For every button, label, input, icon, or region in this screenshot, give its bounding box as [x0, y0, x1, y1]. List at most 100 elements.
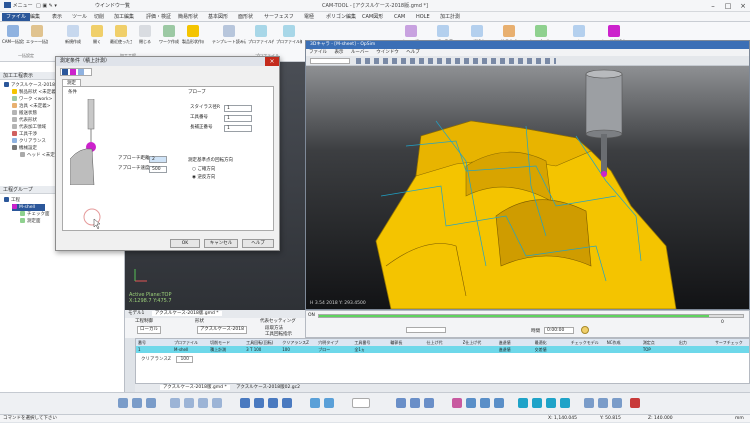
table-header-cell[interactable]: 出力: [679, 339, 713, 346]
tab-measure[interactable]: 測定: [62, 79, 81, 86]
table-header-cell[interactable]: クリアランスZ: [282, 339, 316, 346]
sim-menu-file[interactable]: ファイル: [309, 50, 327, 55]
table-header-cell[interactable]: 工具番号: [354, 339, 388, 346]
ribbon-work-button[interactable]: ワーク作成: [158, 25, 180, 51]
table-header-cell[interactable]: NC作成: [607, 339, 641, 346]
sim-icon[interactable]: [532, 398, 542, 408]
stylus-radius-input[interactable]: 1: [224, 105, 252, 112]
table-header-cell[interactable]: 進退値: [499, 339, 533, 346]
line-icon[interactable]: [282, 398, 292, 408]
menu-surface[interactable]: 面形状: [238, 13, 253, 21]
shade-icon[interactable]: [396, 398, 406, 408]
box-icon[interactable]: [184, 398, 194, 408]
sim-3d-canvas[interactable]: H 3.54 2018 Y: 293.4500: [306, 66, 749, 310]
close-window-button[interactable]: ×: [736, 0, 750, 12]
tree2-item-mshell[interactable]: M-shell: [12, 204, 45, 211]
menu-hole[interactable]: HOLE: [416, 13, 430, 21]
view-icon[interactable]: [118, 398, 128, 408]
ribbon-close-button[interactable]: 閉じる: [134, 25, 156, 51]
box-icon[interactable]: [198, 398, 208, 408]
table-cell[interactable]: 積上計測: [210, 346, 244, 353]
menu-cutting[interactable]: 切削: [94, 13, 104, 21]
menu-evaluate[interactable]: 評価・検証: [146, 13, 171, 21]
tree-item-root[interactable]: アクスルケース-2018版: [4, 82, 60, 89]
ribbon-open-button[interactable]: 開く: [86, 25, 108, 51]
table-cell[interactable]: 交差値: [535, 346, 569, 353]
table-row[interactable]: 1 M-shell 積上計測 3 T 100 100 ブロー 全1ヵ 進退値 交差値 TOP: [136, 346, 749, 353]
shade-icon[interactable]: [410, 398, 420, 408]
sim-menu-view[interactable]: 表示: [334, 50, 343, 55]
ribbon-recent-button[interactable]: 最近使った工程: [110, 25, 132, 51]
misc-icon[interactable]: [584, 398, 594, 408]
misc-icon[interactable]: [598, 398, 608, 408]
tool-number-input[interactable]: 1: [224, 115, 252, 122]
minimize-button[interactable]: –: [706, 0, 720, 12]
sim-icon[interactable]: [518, 398, 528, 408]
ribbon-error-settings-button[interactable]: エラー一括設定: [26, 25, 48, 51]
line-icon[interactable]: [240, 398, 250, 408]
menu-cam-shape[interactable]: CAM図形: [362, 13, 383, 21]
approach-distance-input[interactable]: 2: [149, 156, 167, 163]
sim-icon[interactable]: [546, 398, 556, 408]
menu-cam[interactable]: CAM: [394, 13, 405, 21]
sim-menu-window[interactable]: ウインドウ: [376, 50, 399, 55]
table-header-cell[interactable]: 切削モード: [210, 339, 244, 346]
table-cell[interactable]: 全1ヵ: [354, 346, 388, 353]
tree2-item-check-face[interactable]: チェック面: [20, 211, 50, 218]
table-header-cell[interactable]: 工具回転(回転): [246, 339, 280, 346]
box-icon[interactable]: [212, 398, 222, 408]
tree-item-rep-shape[interactable]: 代表形状: [12, 117, 37, 124]
table-header-cell[interactable]: 穴明タイプ: [318, 339, 352, 346]
ribbon-new-button[interactable]: 新規作成: [62, 25, 84, 51]
tree-item-transport[interactable]: 搬送状態: [12, 110, 37, 117]
table-header-cell[interactable]: Z仕上げ代: [463, 339, 497, 346]
table-cell[interactable]: M-shell: [174, 346, 208, 353]
approach-speed-input[interactable]: 500: [149, 166, 167, 173]
shade-icon[interactable]: [424, 398, 434, 408]
ribbon-profile-edit-button[interactable]: プロファイル編集: [276, 25, 302, 51]
table-cell[interactable]: 1: [138, 346, 172, 353]
tool-icon[interactable]: [494, 398, 504, 408]
tool-icon[interactable]: [452, 398, 462, 408]
table-cell[interactable]: 100: [282, 346, 316, 353]
menu-tools[interactable]: ツール: [72, 13, 87, 21]
menu-surface-fix[interactable]: サーフェスフ: [264, 13, 294, 21]
menu-measure[interactable]: 加工計測: [440, 13, 460, 21]
tab-axle-case[interactable]: アクスルケース-2018版.gmd *: [151, 311, 222, 316]
category-select[interactable]: アクスルケース-2018: [197, 326, 247, 334]
menu-basic-shape[interactable]: 基本図形: [208, 13, 228, 21]
tree2-item-measure-face[interactable]: 測定面: [20, 218, 41, 225]
length-comp-input[interactable]: 1: [224, 125, 252, 132]
menu-view[interactable]: 表示: [52, 13, 62, 21]
misc-icon[interactable]: [612, 398, 622, 408]
menu-edit[interactable]: 編集: [30, 13, 40, 21]
cancel-button[interactable]: キャンセル: [204, 239, 238, 248]
clearance-input[interactable]: 100: [176, 356, 194, 363]
tool-icon[interactable]: [466, 398, 476, 408]
sim-menu-router[interactable]: ルーバー: [351, 50, 369, 55]
table-cell[interactable]: 進退値: [499, 346, 533, 353]
doc-tab-2[interactable]: アクスルケース-2018版02.gc2: [236, 385, 300, 390]
ribbon-product-button[interactable]: 製品形状作成: [182, 25, 204, 51]
zoom-select[interactable]: [352, 398, 370, 408]
table-header-cell[interactable]: サーフチェック: [715, 339, 749, 346]
table-header-cell[interactable]: 測定点: [643, 339, 677, 346]
table-header-cell[interactable]: チェックモデル: [571, 339, 605, 346]
line-icon[interactable]: [254, 398, 264, 408]
direction-option-1[interactable]: ○ ご確方向: [192, 167, 215, 173]
box-icon[interactable]: [170, 398, 180, 408]
cursor-icon[interactable]: [310, 398, 320, 408]
global-select[interactable]: ローカル: [137, 326, 161, 334]
menu-simple-shape[interactable]: 簡易形状: [178, 13, 198, 21]
ribbon-profile-create-button[interactable]: プロファイル作成: [248, 25, 274, 51]
tree2-item-process[interactable]: 工程: [4, 197, 20, 204]
table-header-cell[interactable]: 輪郭長: [390, 339, 424, 346]
dialog-close-button[interactable]: ×: [265, 57, 279, 66]
help-button[interactable]: ヘルプ: [242, 239, 274, 248]
menu-file[interactable]: ファイル: [2, 13, 31, 21]
cursor-icon[interactable]: [324, 398, 334, 408]
table-cell[interactable]: ブロー: [318, 346, 352, 353]
doc-tab-1[interactable]: アクスルケース-2018版.gmd *: [160, 385, 230, 390]
table-header-cell[interactable]: 番号: [138, 339, 172, 346]
tree-item-clearance[interactable]: クリアランス: [12, 138, 46, 145]
